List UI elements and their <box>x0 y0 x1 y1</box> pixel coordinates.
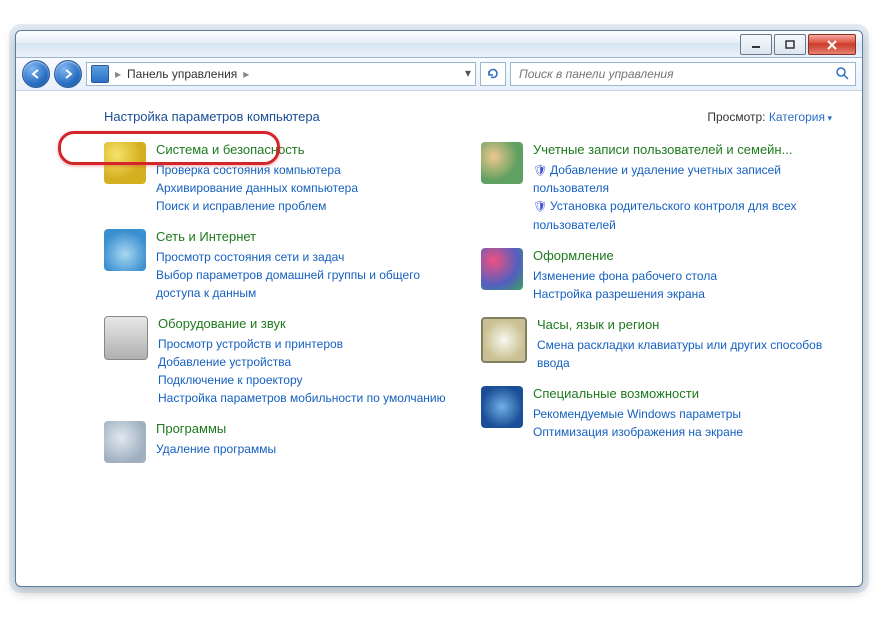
address-bar[interactable]: ▸ Панель управления ▸ ▾ <box>86 62 476 86</box>
sub-link[interactable]: Настройка параметров мобильности по умол… <box>158 389 455 407</box>
sub-link[interactable]: Добавление устройства <box>158 353 455 371</box>
maximize-button[interactable] <box>774 34 806 55</box>
address-dropdown-icon[interactable]: ▾ <box>465 66 471 80</box>
titlebar <box>16 31 862 58</box>
search-box[interactable] <box>510 62 856 86</box>
sub-link[interactable]: Удаление программы <box>156 440 455 458</box>
category-link-clock[interactable]: Часы, язык и регион <box>537 317 832 334</box>
category-network-internet: Сеть и Интернет Просмотр состояния сети … <box>104 229 455 302</box>
category-clock-region: Часы, язык и регион Смена раскладки клав… <box>481 317 832 372</box>
category-link-accessibility[interactable]: Специальные возможности <box>533 386 832 403</box>
view-dropdown[interactable]: Категория <box>769 110 832 124</box>
clock-icon <box>481 317 527 363</box>
category-hardware-sound: Оборудование и звук Просмотр устройств и… <box>104 316 455 407</box>
right-column: Учетные записи пользователей и семейн...… <box>481 142 832 477</box>
sub-link[interactable]: Настройка разрешения экрана <box>533 285 832 303</box>
category-user-accounts: Учетные записи пользователей и семейн...… <box>481 142 832 234</box>
search-input[interactable] <box>517 66 849 82</box>
control-panel-window: ▸ Панель управления ▸ ▾ Настройка параме… <box>15 30 863 587</box>
sub-link[interactable]: Просмотр устройств и принтеров <box>158 335 455 353</box>
sub-link[interactable]: Проверка состояния компьютера <box>156 161 455 179</box>
sub-link[interactable]: Изменение фона рабочего стола <box>533 267 832 285</box>
sub-link[interactable]: Установка родительского контроля для все… <box>533 197 832 234</box>
category-link-system-security[interactable]: Система и безопасность <box>156 142 455 159</box>
category-link-network[interactable]: Сеть и Интернет <box>156 229 455 246</box>
sub-link[interactable]: Добавление и удаление учетных записей по… <box>533 161 832 198</box>
breadcrumb-sep: ▸ <box>115 67 121 81</box>
category-link-programs[interactable]: Программы <box>156 421 455 438</box>
sub-link[interactable]: Рекомендуемые Windows параметры <box>533 405 832 423</box>
view-label: Просмотр: <box>707 110 765 124</box>
sub-link[interactable]: Оптимизация изображения на экране <box>533 423 832 441</box>
category-link-hardware[interactable]: Оборудование и звук <box>158 316 455 333</box>
control-panel-icon <box>91 65 109 83</box>
category-appearance: Оформление Изменение фона рабочего стола… <box>481 248 832 303</box>
nav-back-button[interactable] <box>22 60 50 88</box>
programs-icon <box>104 421 146 463</box>
refresh-button[interactable] <box>480 62 506 86</box>
minimize-button[interactable] <box>740 34 772 55</box>
close-button[interactable] <box>808 34 856 55</box>
hardware-icon <box>104 316 148 360</box>
sub-link[interactable]: Просмотр состояния сети и задач <box>156 248 455 266</box>
nav-forward-button[interactable] <box>54 60 82 88</box>
page-title: Настройка параметров компьютера <box>104 109 320 124</box>
category-accessibility: Специальные возможности Рекомендуемые Wi… <box>481 386 832 441</box>
users-icon <box>481 142 523 184</box>
category-programs: Программы Удаление программы <box>104 421 455 463</box>
sub-link[interactable]: Выбор параметров домашней группы и общег… <box>156 266 455 302</box>
network-icon <box>104 229 146 271</box>
sub-link[interactable]: Поиск и исправление проблем <box>156 197 455 215</box>
category-system-security: Система и безопасность Проверка состояни… <box>104 142 455 215</box>
category-link-users[interactable]: Учетные записи пользователей и семейн... <box>533 142 832 159</box>
sub-link[interactable]: Архивирование данных компьютера <box>156 179 455 197</box>
appearance-icon <box>481 248 523 290</box>
sub-link[interactable]: Подключение к проектору <box>158 371 455 389</box>
search-icon <box>835 66 849 83</box>
sub-link[interactable]: Смена раскладки клавиатуры или других сп… <box>537 336 832 372</box>
breadcrumb-sep: ▸ <box>243 67 249 81</box>
accessibility-icon <box>481 386 523 428</box>
breadcrumb-root[interactable]: Панель управления <box>127 67 237 81</box>
category-link-appearance[interactable]: Оформление <box>533 248 832 265</box>
left-column: Система и безопасность Проверка состояни… <box>104 142 455 477</box>
system-security-icon <box>104 142 146 184</box>
view-selector: Просмотр: Категория <box>707 110 832 124</box>
toolbar: ▸ Панель управления ▸ ▾ <box>16 58 862 91</box>
content-area: Настройка параметров компьютера Просмотр… <box>16 91 862 580</box>
